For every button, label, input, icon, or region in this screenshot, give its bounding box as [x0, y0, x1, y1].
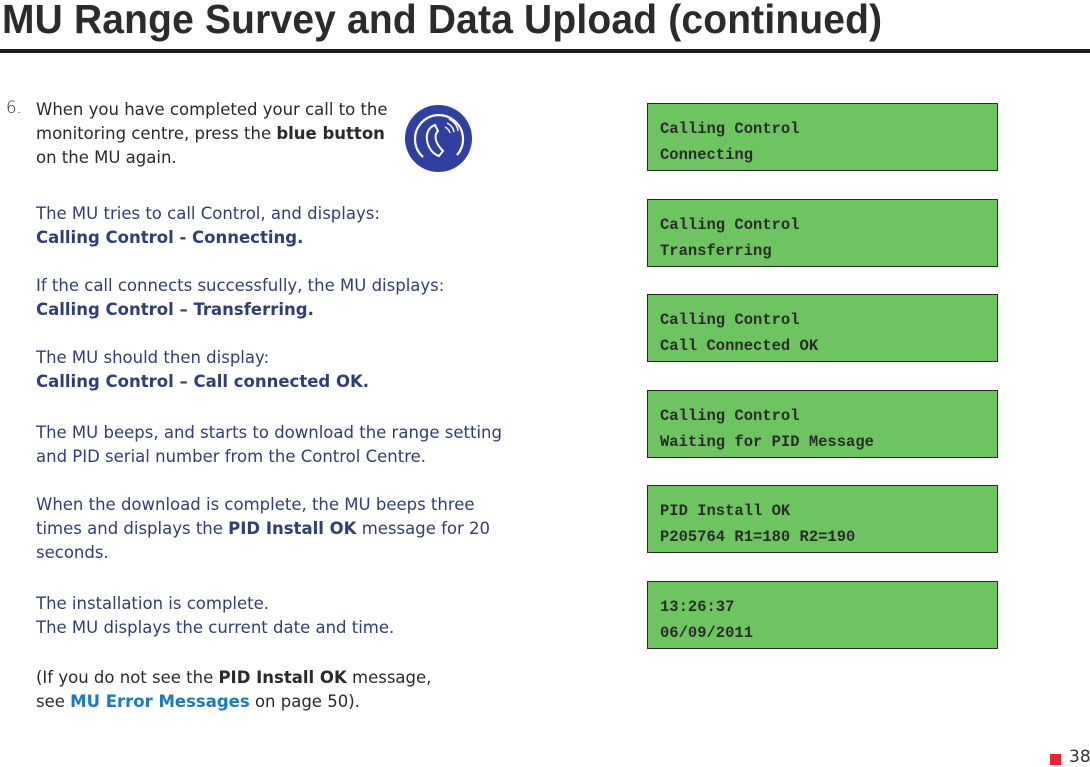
page-number: 38 — [1069, 747, 1090, 767]
lcd-line: 06/09/2011 — [660, 624, 754, 642]
step-intro: When you have completed your call to the… — [36, 98, 388, 170]
lcd-line: Calling Control — [660, 120, 800, 138]
lcd-line: Transferring — [660, 242, 772, 260]
lcd-display-waiting: Calling Control Waiting for PID Message — [647, 390, 998, 458]
paragraph-text: The MU displays the current date and tim… — [36, 618, 395, 637]
text: (If you do not see the — [36, 668, 219, 687]
paragraph-bold: Calling Control – Transferring. — [36, 300, 314, 319]
step-number: 6. — [6, 98, 22, 117]
paragraph-bold: Calling Control - Connecting. — [36, 228, 304, 247]
phone-handset-icon — [413, 114, 465, 158]
lcd-line: P205764 R1=180 R2=190 — [660, 528, 856, 546]
blue-call-button — [405, 105, 472, 172]
paragraph-connecting: The MU tries to call Control, and displa… — [36, 202, 380, 250]
page-title: MU Range Survey and Data Upload (continu… — [2, 0, 883, 42]
lcd-display-pid-install: PID Install OK P205764 R1=180 R2=190 — [647, 485, 998, 553]
text: message, — [346, 668, 432, 687]
paragraph-complete: The installation is complete. The MU dis… — [36, 592, 394, 640]
paragraph-error-note: (If you do not see the PID Install OK me… — [36, 666, 431, 714]
pid-install-ok-label: PID Install OK — [218, 668, 347, 687]
lcd-line: Connecting — [660, 146, 754, 164]
paragraph-text: see MU Error Messages on page 50). — [36, 690, 431, 714]
page-marker-icon — [1050, 754, 1061, 765]
paragraph-pid-install: When the download is complete, the MU be… — [36, 493, 490, 565]
blue-button-label: blue button — [276, 124, 385, 143]
lcd-line: Call Connected OK — [660, 337, 819, 355]
paragraph-text: If the call connects successfully, the M… — [36, 276, 445, 295]
intro-text: monitoring centre, press the — [36, 124, 277, 143]
intro-line: When you have completed your call to the — [36, 100, 388, 119]
paragraph-connected: The MU should then display: Calling Cont… — [36, 346, 369, 394]
paragraph-text: and PID serial number from the Control C… — [36, 447, 427, 466]
title-rule — [0, 49, 1090, 53]
lcd-line: Waiting for PID Message — [660, 433, 874, 451]
paragraph-text: The MU tries to call Control, and displa… — [36, 204, 380, 223]
pid-install-ok-label: PID Install OK — [228, 519, 357, 538]
lcd-display-datetime: 13:26:37 06/09/2011 — [647, 581, 998, 649]
paragraph-text: When the download is complete, the MU be… — [36, 495, 475, 514]
text: see — [36, 692, 71, 711]
paragraph-download: The MU beeps, and starts to download the… — [36, 421, 502, 469]
lcd-line: 13:26:37 — [660, 598, 735, 616]
paragraph-text: (If you do not see the PID Install OK me… — [36, 666, 431, 690]
paragraph-text: times and displays the PID Install OK me… — [36, 517, 490, 541]
mu-error-messages-link[interactable]: MU Error Messages — [70, 692, 250, 711]
intro-line: monitoring centre, press the blue button — [36, 122, 388, 146]
paragraph-text: The MU beeps, and starts to download the… — [36, 423, 502, 442]
lcd-display-connecting: Calling Control Connecting — [647, 103, 998, 171]
lcd-line: Calling Control — [660, 311, 800, 329]
intro-line: on the MU again. — [36, 148, 177, 167]
lcd-line: Calling Control — [660, 216, 800, 234]
text: times and displays the — [36, 519, 229, 538]
paragraph-text: The MU should then display: — [36, 348, 270, 367]
lcd-display-transferring: Calling Control Transferring — [647, 199, 998, 267]
text: message for 20 — [356, 519, 491, 538]
text: on page 50). — [249, 692, 360, 711]
lcd-display-connected: Calling Control Call Connected OK — [647, 294, 998, 362]
paragraph-bold: Calling Control – Call connected OK. — [36, 372, 370, 391]
paragraph-text: seconds. — [36, 543, 109, 562]
lcd-line: Calling Control — [660, 407, 800, 425]
paragraph-text: The installation is complete. — [36, 594, 270, 613]
paragraph-transferring: If the call connects successfully, the M… — [36, 274, 444, 322]
lcd-line: PID Install OK — [660, 502, 791, 520]
